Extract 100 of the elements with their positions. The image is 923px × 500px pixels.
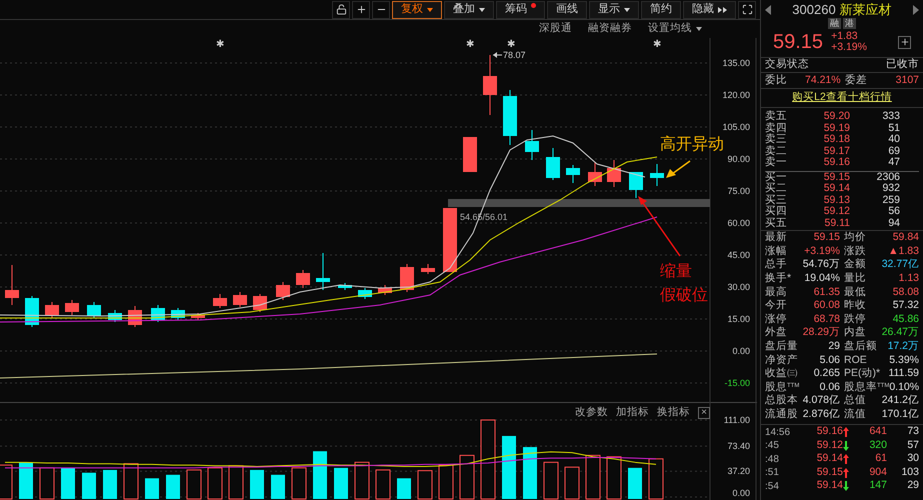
- toolbar-button[interactable]: 复权: [392, 0, 442, 18]
- ratio-value: 74.21%: [805, 72, 842, 88]
- axis-label: 15.00: [727, 314, 750, 324]
- tick-count: 30: [907, 451, 919, 466]
- order-price: 59.12: [822, 206, 850, 218]
- tick-count: 73: [907, 424, 919, 440]
- order-level-label: 买四: [765, 206, 788, 218]
- stat-value: 19.04%: [804, 272, 840, 286]
- order-price: 59.13: [822, 194, 850, 206]
- chart-option-link[interactable]: 深股通: [539, 21, 572, 37]
- tick-time: :48: [765, 452, 780, 467]
- stat-label: 流通股: [765, 408, 798, 422]
- stat-value: 60.08: [814, 299, 840, 312]
- stat-label: 收益㈢: [765, 367, 798, 380]
- stat-value: 2.876亿: [802, 408, 840, 422]
- chart-option-link[interactable]: 设置均线: [648, 21, 702, 37]
- l2-link[interactable]: 购买L2查看十档行情: [792, 90, 892, 106]
- stat-label: 总值: [844, 394, 866, 408]
- order-volume: 259: [881, 194, 900, 206]
- axis-label: 73.40: [727, 441, 750, 452]
- stat-label: PE(动)*: [844, 367, 880, 380]
- toolbar-button[interactable]: 筹码: [496, 0, 545, 18]
- star-marker: ✱: [216, 39, 224, 50]
- tick-price: 59.16: [816, 424, 843, 440]
- order-price: 59.15: [822, 172, 850, 183]
- stat-label: 最高: [765, 286, 787, 299]
- indicator-tool-button[interactable]: 加指标: [616, 405, 649, 421]
- tick-price: 59.14: [816, 478, 843, 494]
- order-volume: 94: [887, 218, 900, 229]
- current-price: 59.15: [773, 32, 824, 52]
- stat-value: 57.32: [892, 299, 919, 312]
- stat-label: 盘后额: [844, 340, 877, 354]
- status-value: 已收市: [886, 57, 919, 72]
- stat-label: 流值: [844, 408, 866, 422]
- stat-value: 28.29万: [802, 326, 840, 340]
- stat-value: 17.2万: [888, 340, 919, 354]
- indicator-tool-button[interactable]: 换指标: [657, 405, 690, 421]
- ratio-label: 委比: [765, 72, 788, 88]
- stat-label: 股息率$^{TTM}$: [844, 380, 890, 394]
- axis-label: 45.00: [727, 250, 750, 260]
- stat-label: 最低: [844, 286, 866, 299]
- price-change: +1.83: [831, 31, 859, 42]
- stat-value: 241.2亿: [882, 394, 919, 408]
- stat-value: 59.84: [892, 231, 919, 244]
- tick-volume: 61: [874, 451, 887, 466]
- stat-label: ROE: [844, 354, 867, 367]
- stock-name: 新莱应材: [840, 1, 892, 18]
- stat-value: 170.1亿: [882, 408, 919, 422]
- order-level-label: 买一: [765, 172, 788, 182]
- stat-label: 今开: [765, 299, 787, 312]
- axis-label: 0.00: [732, 346, 750, 356]
- star-marker: ✱: [653, 39, 661, 50]
- axis-label: 135.00: [722, 58, 750, 68]
- order-level-label: 买五: [765, 218, 788, 229]
- axis-label: 111.00: [724, 415, 750, 425]
- status-label: 交易状态: [765, 57, 809, 72]
- toolbar-button[interactable]: 简约: [641, 0, 681, 18]
- indicator-tool-button[interactable]: 改参数: [575, 405, 608, 421]
- toolbar-button[interactable]: 叠加: [444, 0, 494, 18]
- stat-value: 0.265: [814, 367, 840, 380]
- tick-time: :45: [765, 439, 780, 454]
- diff-value: 3107: [896, 72, 919, 88]
- annotation-text: 缩量: [660, 263, 692, 280]
- order-volume: 56: [887, 206, 900, 218]
- stat-value: 58.08: [892, 286, 919, 299]
- axis-label: 37.20: [727, 466, 750, 476]
- annotation-text: 假破位: [660, 287, 708, 304]
- stat-label: 净资产: [765, 354, 798, 367]
- tick-time: 14:56: [765, 426, 792, 440]
- chart-option-link[interactable]: 融资融券: [588, 21, 632, 37]
- tick-volume: 904: [868, 464, 887, 480]
- toolbar-button[interactable]: 隐藏: [683, 0, 736, 18]
- order-volume: 2306: [876, 172, 900, 183]
- order-price: 59.18: [822, 134, 850, 146]
- order-price: 59.19: [822, 122, 850, 134]
- tick-time: :51: [765, 466, 780, 480]
- axis-label: 60.00: [727, 218, 750, 228]
- stat-value: 5.06: [820, 354, 840, 367]
- tick-count: 29: [907, 478, 919, 494]
- stat-label: 金额: [844, 258, 866, 272]
- close-button[interactable]: ×: [698, 406, 710, 419]
- stat-value: 0.06: [820, 380, 840, 394]
- stat-value: 26.47万: [882, 326, 919, 340]
- tick-volume: 320: [868, 438, 887, 453]
- tick-volume: 641: [868, 424, 887, 440]
- stat-label: 最新: [765, 231, 787, 244]
- toolbar-button[interactable]: 显示: [589, 0, 639, 18]
- axis-label: -15.00: [724, 378, 750, 388]
- stat-label: 总股本: [765, 394, 798, 408]
- stat-value: +3.19%: [804, 244, 840, 258]
- stat-label: 均价: [844, 231, 866, 244]
- toolbar-button[interactable]: 画线: [547, 0, 587, 18]
- stat-label: 股息$^{TTM}$: [765, 380, 800, 394]
- stat-value: 1.13: [898, 272, 919, 286]
- order-level-label: 买三: [765, 194, 788, 206]
- axis-label: 90.00: [727, 154, 750, 164]
- stat-value: 0.10%: [889, 380, 920, 394]
- price-change-percent: +3.19%: [831, 42, 867, 53]
- stat-value: 32.77亿: [882, 258, 919, 272]
- tick-time: :54: [765, 480, 780, 494]
